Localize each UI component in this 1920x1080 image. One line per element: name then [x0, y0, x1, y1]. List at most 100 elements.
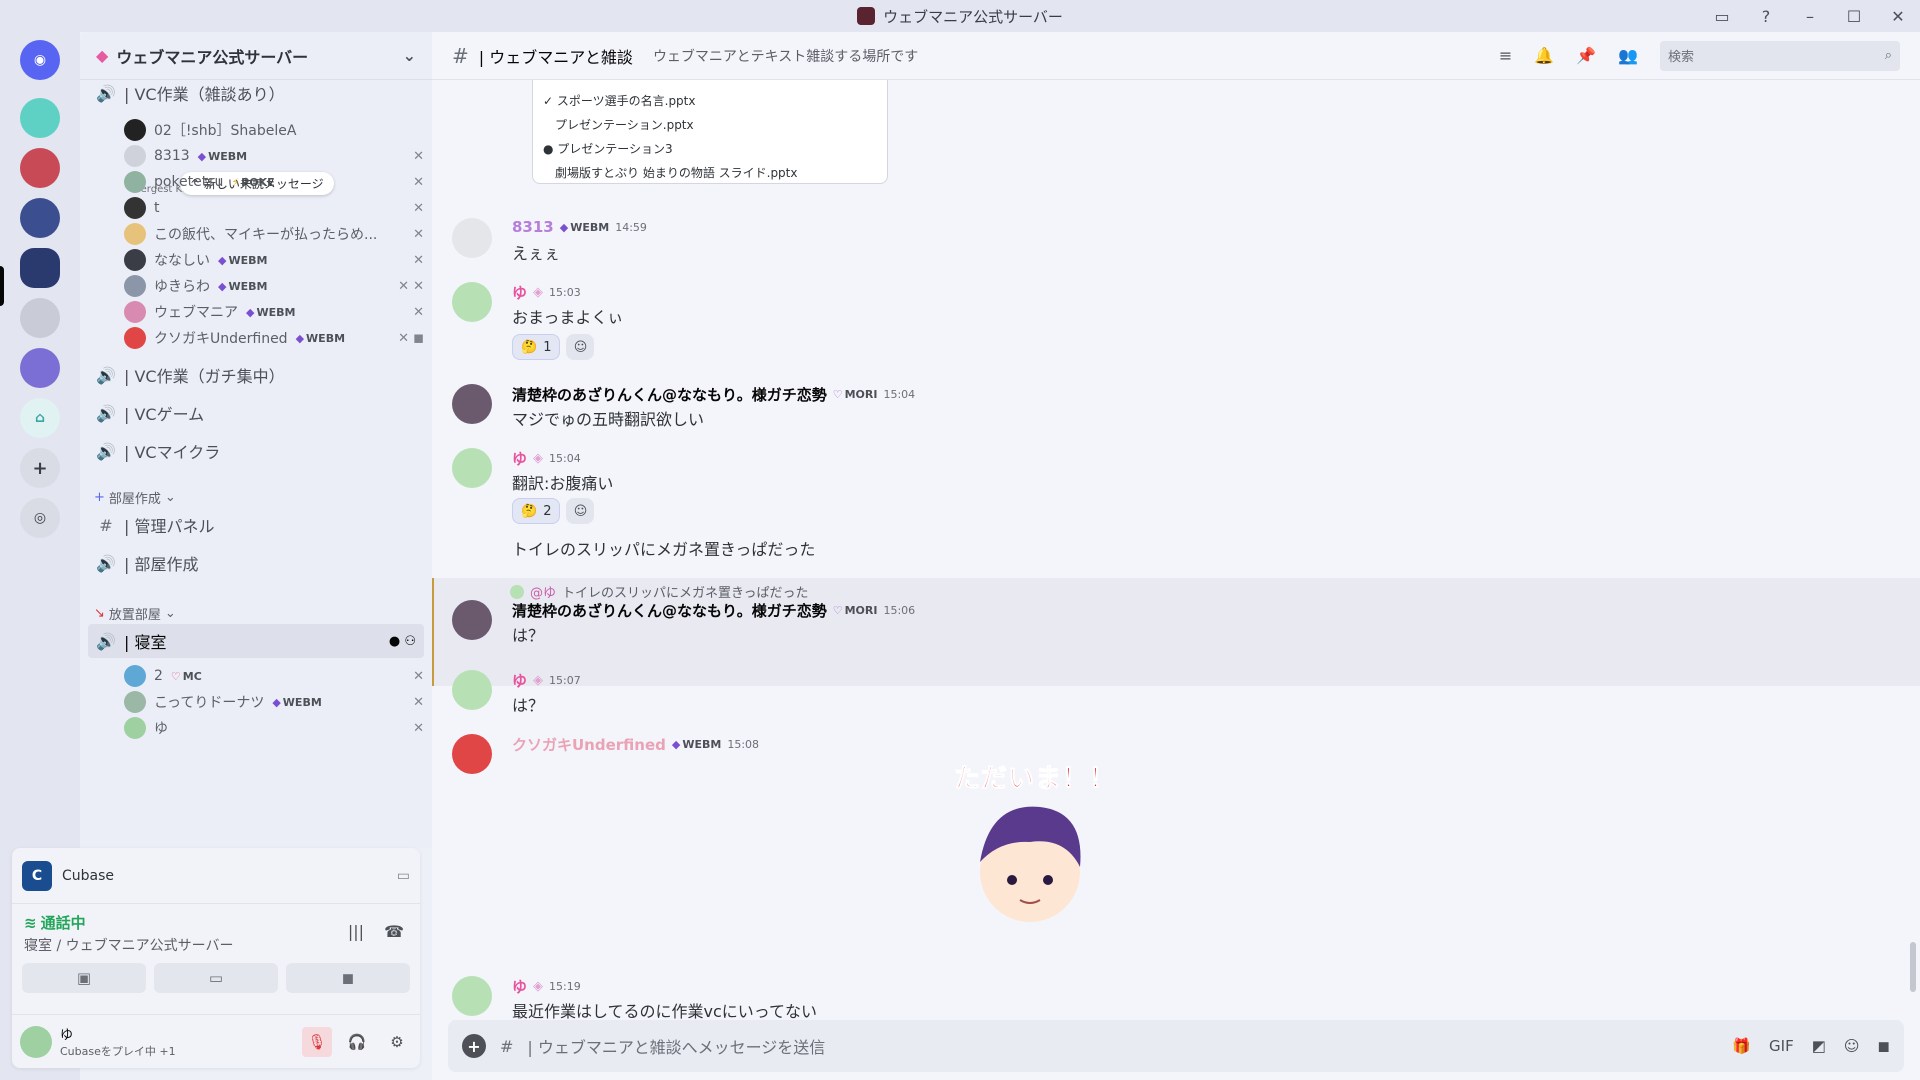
search-input[interactable]: 検索 ⌕	[1660, 40, 1900, 71]
maximize-button[interactable]: ☐	[1832, 0, 1876, 32]
channel-sidebar: ◆ ウェブマニア公式サーバー ⌄ 🔊 | VC作業（雑談あり） Mergest …	[80, 32, 432, 848]
add-attachment-icon[interactable]: +	[462, 1034, 486, 1058]
channel-topic[interactable]: ウェブマニアとテキスト雑談する場所です	[653, 46, 918, 66]
voice-user[interactable]: ななしい ◆ WEBM ✕	[124, 246, 424, 274]
gift-icon[interactable]: 🎁	[1732, 1037, 1751, 1055]
menu-item[interactable]: ● プレゼンテーション3	[543, 136, 877, 160]
mute-icon: ✕	[413, 668, 424, 684]
discord-home-icon[interactable]: ◉	[20, 40, 60, 80]
voice-user[interactable]: ゆ ✕	[124, 714, 424, 742]
avatar[interactable]	[452, 670, 492, 710]
server-header[interactable]: ◆ ウェブマニア公式サーバー ⌄	[80, 32, 432, 80]
server-icon[interactable]: ⌂	[20, 398, 60, 438]
voice-user[interactable]: t ✕	[124, 194, 424, 222]
screen-share-icon[interactable]: ▭	[397, 868, 410, 884]
add-server-icon[interactable]: +	[20, 448, 60, 488]
help-icon[interactable]: ?	[1744, 0, 1788, 32]
search-icon: ⌕	[1884, 48, 1892, 63]
voice-user[interactable]: この飯代、マイキーが払ったらめ... ✕	[124, 220, 424, 248]
gear-icon[interactable]: ⚙	[382, 1027, 412, 1057]
voice-user[interactable]: poketetsu ⚡ POKE ✕	[124, 168, 424, 196]
reaction[interactable]: 🤔 2	[512, 498, 561, 524]
chevron-down-icon[interactable]: ⌄	[403, 46, 416, 65]
mic-muted-icon[interactable]: 🎙	[302, 1026, 332, 1057]
voice-channel[interactable]: 🔊 | VCマイクラ	[88, 434, 424, 468]
emoji-icon[interactable]: ☺	[1844, 1037, 1860, 1055]
add-reaction-icon[interactable]: ☺	[566, 498, 595, 524]
message-author[interactable]: ゆ	[512, 282, 527, 303]
message-input[interactable]: + # | ウェブマニアと雑談へメッセージを送信 🎁 GIF ◩ ☺ ◼	[448, 1020, 1904, 1072]
threads-icon[interactable]: ≡	[1499, 46, 1512, 65]
headphones-icon[interactable]: 🎧	[342, 1027, 372, 1057]
gif-icon[interactable]: GIF	[1769, 1037, 1794, 1055]
message-author[interactable]: ゆ	[512, 448, 527, 469]
menu-item[interactable]: ✓ スポーツ選手の名言.pptx	[543, 88, 877, 112]
bell-icon[interactable]: 🔔	[1534, 46, 1554, 65]
voice-user[interactable]: 8313 ◆ WEBM ✕	[124, 142, 424, 170]
voice-user[interactable]: 02［!shb］ShabeleA	[124, 116, 424, 144]
voice-channel[interactable]: 🔊 | VC作業（ガチ集中）	[88, 358, 424, 392]
server-icon[interactable]	[20, 298, 60, 338]
avatar[interactable]	[452, 600, 492, 640]
speaker-icon: 🔊	[96, 365, 116, 385]
sticker-image[interactable]	[960, 792, 1100, 932]
avatar[interactable]	[452, 734, 492, 774]
disconnect-icon[interactable]: ☎	[384, 922, 404, 941]
discover-icon[interactable]: ◎	[20, 498, 60, 538]
avatar[interactable]	[452, 448, 492, 488]
window-title: ウェブマニア公式サーバー	[857, 6, 1063, 27]
camera-button[interactable]: ▣	[22, 963, 146, 993]
voice-user[interactable]: こってりドーナツ ◆ WEBM ✕	[124, 688, 424, 716]
sticker-icon[interactable]: ◩	[1812, 1037, 1826, 1055]
avatar[interactable]	[452, 384, 492, 424]
menu-item[interactable]: 劇場版すとぷり 始まりの物語 スライド.pptx	[543, 160, 877, 184]
close-button[interactable]: ✕	[1876, 0, 1920, 32]
inbox-icon[interactable]: ▭	[1700, 0, 1744, 32]
username: ゆ	[60, 1028, 74, 1043]
activity-button[interactable]: ◼	[286, 963, 410, 993]
voice-user[interactable]: 2 ♡ MC ✕	[124, 662, 424, 690]
category-header[interactable]: ↘ 放置部屋 ⌄	[94, 604, 176, 623]
server-icon[interactable]	[20, 348, 60, 388]
reaction[interactable]: 🤔 1	[512, 334, 561, 360]
avatar[interactable]	[452, 218, 492, 258]
noise-suppression-icon[interactable]: |||	[348, 922, 364, 941]
pin-icon[interactable]: 📌	[1576, 46, 1596, 65]
screen-share-button[interactable]: ▭	[154, 963, 278, 993]
voice-user[interactable]: ゆきらわ ◆ WEBM ✕ ✕	[124, 272, 424, 300]
members-icon[interactable]: 👥	[1618, 46, 1638, 65]
server-icon[interactable]	[20, 98, 60, 138]
voice-user[interactable]: クソガキUnderfined ◆ WEBM ✕ ◼	[124, 324, 424, 352]
speaker-icon: 🔊	[96, 83, 116, 103]
message-author[interactable]: 清楚枠のあざりんくん@ななもり。様ガチ恋勢	[512, 600, 827, 621]
scrollbar[interactable]	[1910, 942, 1916, 992]
message-author[interactable]: クソガキUnderfined	[512, 734, 666, 755]
text-channel[interactable]: # | 管理パネル	[88, 508, 424, 542]
speaker-icon: 🔊	[96, 631, 116, 651]
input-placeholder: | ウェブマニアと雑談へメッセージを送信	[527, 1038, 826, 1057]
avatar[interactable]	[452, 282, 492, 322]
add-reaction-icon[interactable]: ☺	[566, 334, 595, 360]
reply-preview[interactable]: @ゆ トイレのスリッパにメガネ置きっぱだった	[510, 582, 809, 601]
message-text: マジでゅの五時翻訳欲しい	[512, 410, 705, 429]
message-author[interactable]: ゆ	[512, 976, 527, 997]
voice-user[interactable]: ウェブマニア ◆ WEBM ✕	[124, 298, 424, 326]
server-icon-active[interactable]	[20, 248, 60, 288]
activity-card[interactable]: C Cubase ▭	[12, 848, 420, 904]
voice-channel[interactable]: 🔊 | VC作業（雑談あり）	[88, 80, 424, 110]
avatar[interactable]	[452, 976, 492, 1016]
category-header[interactable]: + 部屋作成 ⌄	[94, 488, 176, 507]
minimize-button[interactable]: –	[1788, 0, 1832, 32]
message-author[interactable]: 清楚枠のあざりんくん@ななもり。様ガチ恋勢	[512, 384, 827, 405]
app-launcher-icon[interactable]: ◼	[1878, 1037, 1890, 1055]
message-author[interactable]: ゆ	[512, 670, 527, 691]
voice-channel-active[interactable]: 🔊 | 寝室 ● ⚇	[88, 624, 424, 658]
message-text: は？	[512, 626, 545, 645]
voice-channel[interactable]: 🔊 | VCゲーム	[88, 396, 424, 430]
voice-channel[interactable]: 🔊 | 部屋作成	[88, 546, 424, 580]
message-author[interactable]: 8313	[512, 218, 554, 236]
menu-item[interactable]: プレゼンテーション.pptx	[543, 112, 877, 136]
server-icon[interactable]	[20, 148, 60, 188]
server-icon[interactable]	[20, 198, 60, 238]
avatar[interactable]	[20, 1025, 52, 1058]
